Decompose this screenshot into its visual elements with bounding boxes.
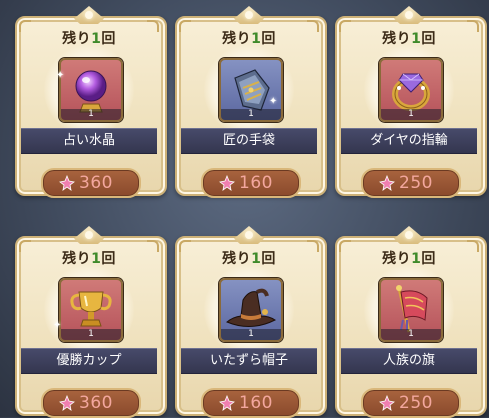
item-icon-frame: 1 — [219, 278, 283, 342]
buy-price-button[interactable]: 160 — [201, 388, 301, 418]
item-icon-frame: 1 — [379, 278, 443, 342]
item-name: 匠の手袋 — [181, 128, 317, 154]
sparkle-icon: ✦ — [269, 96, 278, 107]
item-price: 250 — [399, 173, 433, 193]
item-quantity: 1 — [61, 109, 121, 120]
item-price: 160 — [239, 393, 273, 413]
shop-item-card[interactable]: 残り1回 1 ✦ 匠の手袋 160 — [175, 6, 327, 198]
sparkle-icon: ✦ — [53, 320, 62, 331]
pink-gem-currency-icon — [219, 175, 235, 191]
item-icon-frame: 1 — [59, 58, 123, 122]
buy-price-button[interactable]: 250 — [361, 168, 461, 198]
item-price: 360 — [79, 173, 113, 193]
item-quantity: 1 — [381, 329, 441, 340]
item-name: ダイヤの指輪 — [341, 128, 477, 154]
item-name: 人族の旗 — [341, 348, 477, 374]
shop-item-card[interactable]: 残り1回 1 ダイヤの指輪 250 — [335, 6, 487, 198]
item-name: いたずら帽子 — [181, 348, 317, 374]
buy-price-button[interactable]: 360 — [41, 168, 141, 198]
item-icon-frame: 1 — [59, 278, 123, 342]
pink-gem-currency-icon — [59, 175, 75, 191]
pink-gem-currency-icon — [59, 395, 75, 411]
shop-item-card[interactable]: 残り1回 1 ✦ 占い水晶 360 — [15, 6, 167, 198]
buy-price-button[interactable]: 250 — [361, 388, 461, 418]
item-quantity: 1 — [381, 109, 441, 120]
item-price: 160 — [239, 173, 273, 193]
item-price: 360 — [79, 393, 113, 413]
shop-item-card[interactable]: 残り1回 1 人族の旗 250 — [335, 226, 487, 418]
item-name: 占い水晶 — [21, 128, 157, 154]
item-quantity: 1 — [61, 329, 121, 340]
shop-item-grid: 残り1回 1 ✦ 占い水晶 360 残り1回 1 ✦ 匠の手袋 160 残り1回… — [0, 0, 489, 418]
item-name: 優勝カップ — [21, 348, 157, 374]
item-quantity: 1 — [221, 109, 281, 120]
buy-price-button[interactable]: 360 — [41, 388, 141, 418]
buy-price-button[interactable]: 160 — [201, 168, 301, 198]
item-price: 250 — [399, 393, 433, 413]
item-quantity: 1 — [221, 329, 281, 340]
sparkle-icon: ✦ — [56, 70, 65, 81]
item-icon-frame: 1 — [379, 58, 443, 122]
shop-item-card[interactable]: 残り1回 1 ✦ 優勝カップ 360 — [15, 226, 167, 418]
shop-item-card[interactable]: 残り1回 1 いたずら帽子 160 — [175, 226, 327, 418]
pink-gem-currency-icon — [379, 175, 395, 191]
item-icon-frame: 1 — [219, 58, 283, 122]
pink-gem-currency-icon — [219, 395, 235, 411]
pink-gem-currency-icon — [379, 395, 395, 411]
